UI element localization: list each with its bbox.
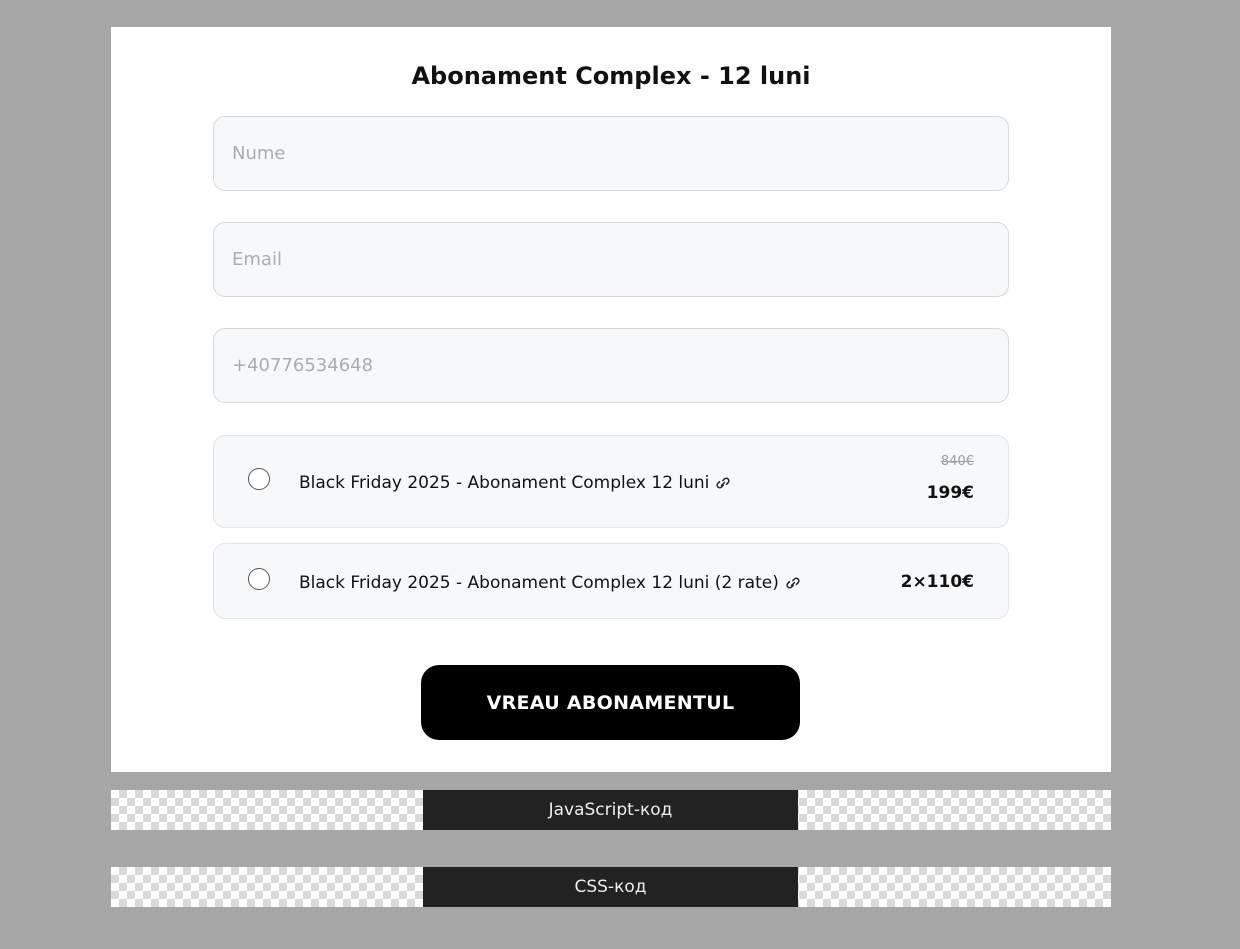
option-2-radio[interactable] — [248, 568, 270, 590]
option-1-old-price: 840€ — [940, 454, 974, 469]
phone-input[interactable] — [213, 328, 1009, 403]
link-icon — [785, 575, 801, 595]
javascript-code-tab[interactable]: JavaScript-код — [423, 790, 798, 830]
option-1-radio[interactable] — [248, 468, 270, 490]
form-title: Abonament Complex - 12 luni — [411, 62, 811, 90]
option-2-label-text: Black Friday 2025 - Abonament Complex 12… — [299, 573, 779, 593]
option-2-label: Black Friday 2025 - Abonament Complex 12… — [299, 573, 801, 595]
submit-button[interactable]: VREAU ABONAMENTUL — [421, 665, 800, 740]
css-code-tab[interactable]: CSS-код — [423, 867, 798, 907]
css-code-bar: CSS-код — [111, 867, 1111, 907]
name-input[interactable] — [213, 116, 1009, 191]
subscription-form-card: Abonament Complex - 12 luni Black Friday… — [111, 27, 1111, 772]
option-1-label: Black Friday 2025 - Abonament Complex 12… — [299, 473, 731, 495]
link-icon — [715, 475, 731, 495]
option-1-label-text: Black Friday 2025 - Abonament Complex 12… — [299, 473, 710, 493]
subscription-option-1[interactable]: Black Friday 2025 - Abonament Complex 12… — [213, 435, 1009, 528]
javascript-code-bar: JavaScript-код — [111, 790, 1111, 830]
option-1-price: 199€ — [926, 483, 974, 503]
subscription-option-2[interactable]: Black Friday 2025 - Abonament Complex 12… — [213, 543, 1009, 619]
option-2-price: 2×110€ — [900, 572, 974, 592]
email-input[interactable] — [213, 222, 1009, 297]
